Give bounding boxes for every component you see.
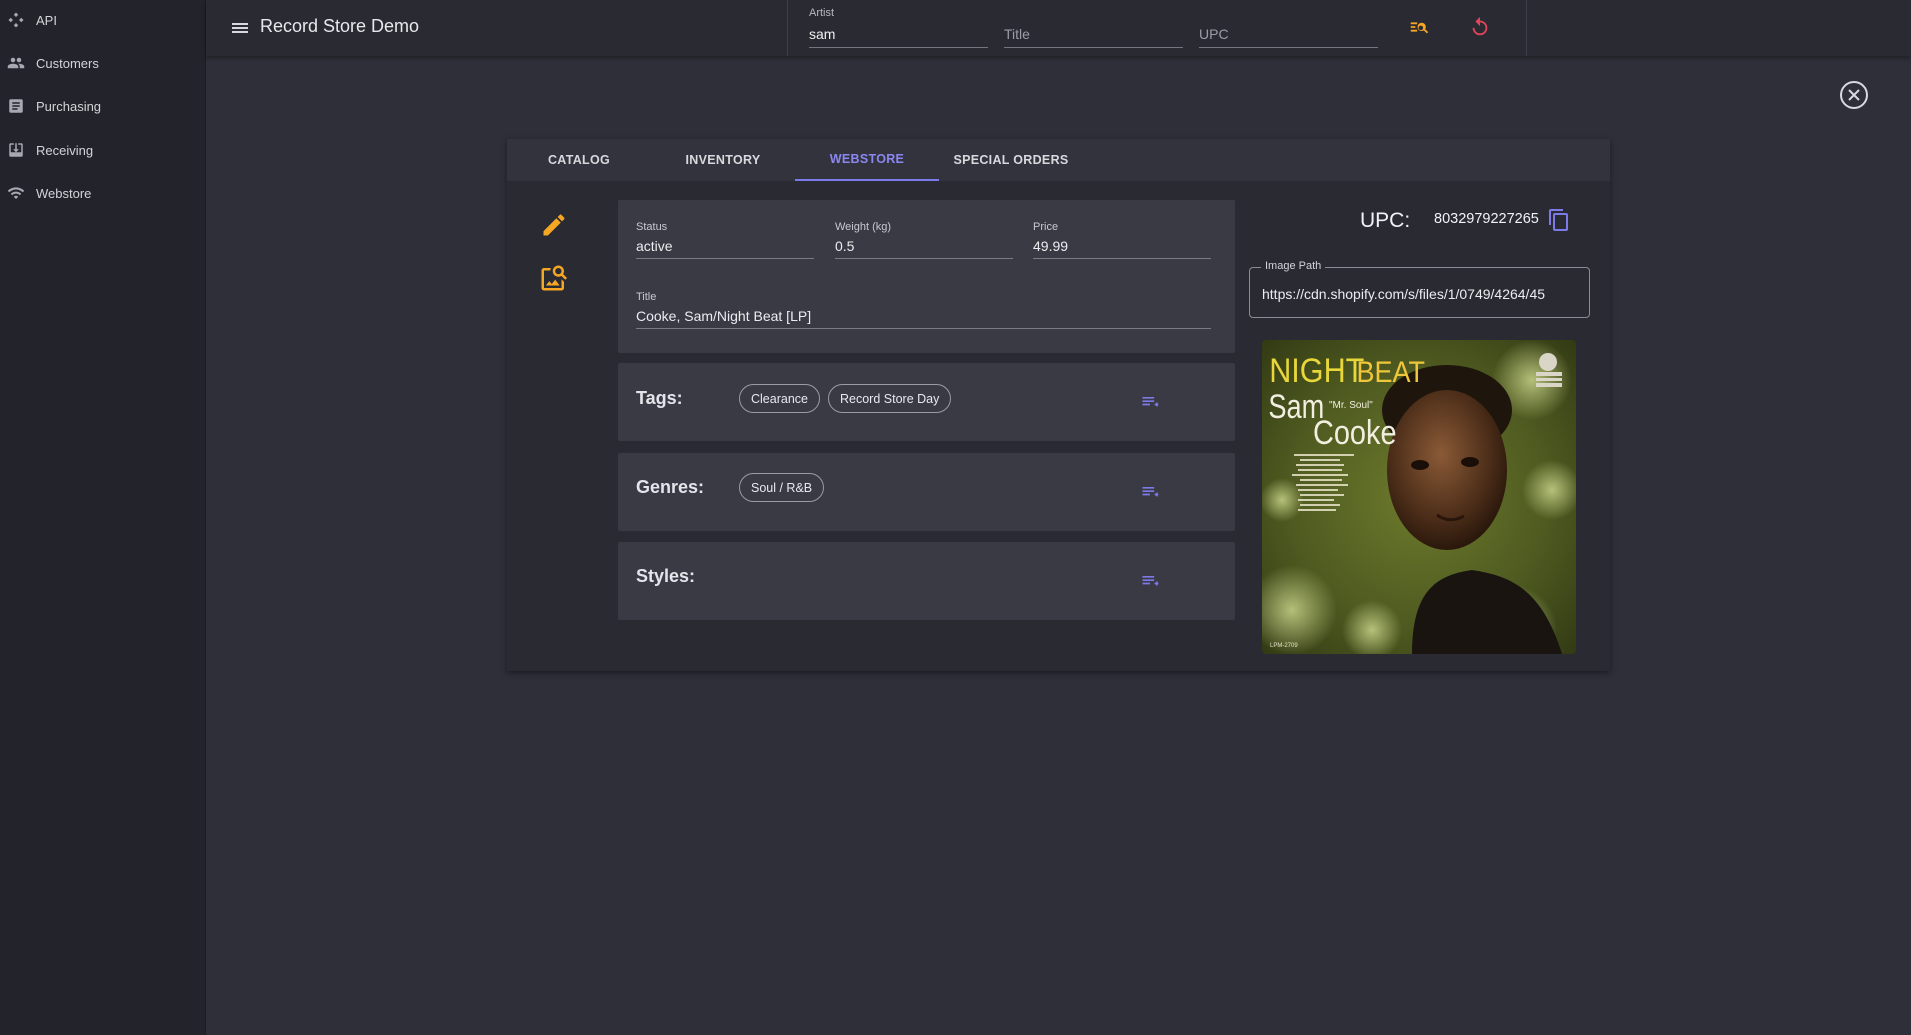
price-label: Price (1033, 221, 1059, 233)
styles-title: Styles: (636, 566, 696, 586)
close-icon[interactable] (1838, 79, 1870, 111)
tab-bar: CATALOG INVENTORY WEBSTORE SPECIAL ORDER… (507, 139, 1610, 181)
tag-chip-record-store-day[interactable]: Record Store Day (828, 384, 952, 413)
artist-label: Artist (809, 7, 835, 19)
edit-button[interactable] (537, 208, 571, 242)
title-label: Title (636, 291, 657, 303)
album-text-night: NIGHT (1269, 352, 1364, 390)
album-text-beat: BEAT (1357, 356, 1425, 390)
status-label: Status (636, 221, 668, 233)
weight-label: Weight (kg) (835, 221, 892, 233)
sidebar-item-receiving[interactable]: Receiving (0, 130, 206, 170)
title-field (1004, 4, 1183, 48)
tab-inventory[interactable]: INVENTORY (651, 139, 795, 181)
sidebar-item-api[interactable]: API (0, 0, 206, 40)
edit-genres-button[interactable] (1137, 479, 1163, 505)
genres-panel: Genres: Soul / R&B (618, 453, 1235, 531)
genres-title: Genres: (636, 477, 705, 497)
tab-webstore[interactable]: WEBSTORE (795, 139, 939, 181)
artist-field: Artist (809, 4, 988, 48)
pencil-icon (543, 214, 565, 236)
reset-icon (1472, 16, 1488, 36)
product-card: CATALOG INVENTORY WEBSTORE SPECIAL ORDER… (507, 139, 1610, 671)
title-value: Cooke, Sam/Night Beat [LP] (636, 308, 812, 324)
sidebar-item-label: Webstore (36, 185, 92, 201)
sidebar: API Customers Purchasing Receiving Webst… (0, 0, 206, 1035)
album-cover: NIGHT BEAT Sam "Mr. Soul" Cooke LPM-2709 (1262, 340, 1576, 654)
sidebar-item-label: Purchasing (36, 98, 102, 114)
edit-tags-button[interactable] (1137, 389, 1163, 415)
sidebar-item-label: Customers (36, 55, 99, 71)
download-box-icon (5, 139, 27, 161)
price-field[interactable]: Price 49.99 (1033, 221, 1211, 259)
price-value: 49.99 (1033, 238, 1069, 254)
image-path-label: Image Path (1261, 260, 1326, 272)
playlist-edit-icon (1142, 487, 1159, 497)
search-list-button[interactable] (1405, 13, 1433, 41)
weight-value: 0.5 (835, 238, 855, 254)
image-path-field: Image Path (1249, 260, 1590, 318)
title-field[interactable]: Title Cooke, Sam/Night Beat [LP] (636, 291, 1211, 329)
sidebar-item-label: API (36, 12, 57, 28)
album-catalog-number: LPM-2709 (1270, 643, 1298, 649)
document-icon (5, 95, 27, 117)
playlist-edit-icon (1142, 397, 1159, 407)
reset-button[interactable] (1466, 13, 1494, 41)
upc-search-input[interactable] (1199, 23, 1378, 45)
tags-panel: Tags: Clearance Record Store Day (618, 363, 1235, 441)
sidebar-item-purchasing[interactable]: Purchasing (0, 86, 206, 126)
status-value: active (636, 238, 673, 254)
copy-icon (1549, 209, 1568, 231)
genre-chip-soul-rnb[interactable]: Soul / R&B (739, 473, 825, 502)
upc-field (1199, 4, 1378, 48)
api-icon (5, 9, 27, 31)
tab-special-orders[interactable]: SPECIAL ORDERS (939, 139, 1083, 181)
image-search-button[interactable] (537, 261, 571, 295)
upc-value: 8032979227265 (1434, 211, 1539, 227)
sidebar-item-customers[interactable]: Customers (0, 43, 206, 83)
top-bar: Record Store Demo Artist (206, 0, 1911, 56)
sidebar-item-label: Receiving (36, 142, 94, 158)
wifi-icon (5, 182, 27, 204)
status-field[interactable]: Status active (636, 221, 814, 259)
artist-input[interactable] (809, 23, 988, 45)
app-title: Record Store Demo (260, 16, 420, 36)
styles-panel: Styles: (618, 542, 1235, 620)
people-icon (5, 52, 27, 74)
tags-title: Tags: (636, 388, 683, 408)
edit-styles-button[interactable] (1137, 568, 1163, 594)
album-text-mr-soul: "Mr. Soul" (1329, 400, 1373, 411)
album-text-cooke: Cooke (1313, 413, 1397, 452)
weight-field[interactable]: Weight (kg) 0.5 (835, 221, 1013, 259)
image-path-input[interactable] (1262, 284, 1584, 304)
sidebar-item-webstore[interactable]: Webstore (0, 173, 206, 213)
manage-search-icon (1410, 22, 1429, 34)
tag-chip-clearance[interactable]: Clearance (739, 384, 820, 413)
copy-upc-button[interactable] (1547, 208, 1571, 232)
image-search-icon (541, 265, 568, 291)
details-panel: Status active Weight (kg) 0.5 Price 49.9… (618, 200, 1235, 353)
menu-icon[interactable] (228, 16, 252, 40)
tab-catalog[interactable]: CATALOG (507, 139, 651, 181)
search-bar: Artist (787, 0, 1527, 56)
title-search-input[interactable] (1004, 23, 1183, 45)
playlist-edit-icon (1142, 576, 1159, 586)
upc-label: UPC: (1360, 209, 1411, 232)
